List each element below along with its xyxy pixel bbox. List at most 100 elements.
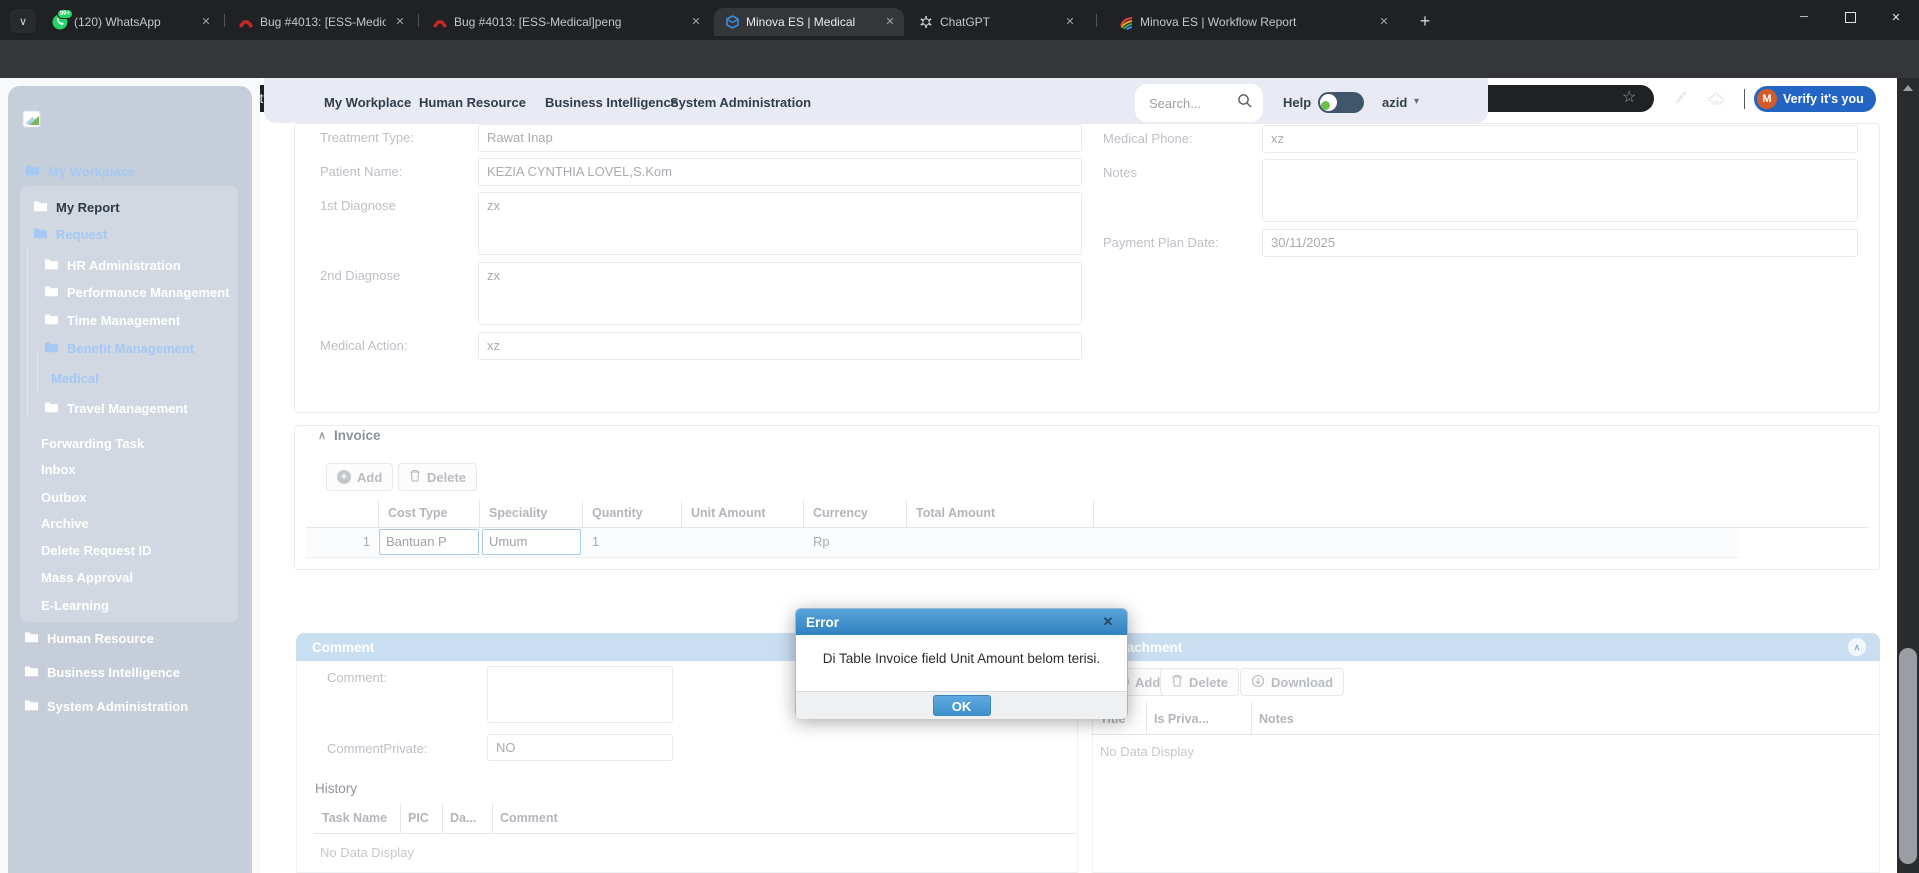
notes-textarea[interactable] (1262, 159, 1858, 222)
tab-close-icon[interactable]: ✕ (198, 14, 214, 30)
sidebar-item-outbox[interactable]: Outbox (41, 487, 87, 507)
sidebar-item-performance-management[interactable]: Performance Management (44, 282, 230, 302)
treatment-type-label: Treatment Type: (320, 130, 414, 145)
tab-bug-4013-a[interactable]: Bug #4013: [ESS-Medical]penge ✕ (228, 8, 414, 36)
col-date[interactable]: Da... (450, 811, 476, 825)
attachment-download-button[interactable]: Download (1240, 668, 1344, 696)
column-separator (803, 500, 804, 527)
speciality-cell[interactable]: Umum (482, 529, 581, 555)
bookmark-star-icon[interactable]: ☆ (1622, 87, 1636, 107)
col-comment[interactable]: Comment (500, 811, 558, 825)
second-diagnose-textarea[interactable]: zx (478, 262, 1082, 325)
verify-profile-button[interactable]: M Verify it's you (1754, 86, 1876, 112)
col-speciality[interactable]: Speciality (489, 506, 547, 520)
sidebar-item-system-administration[interactable]: System Administration (24, 696, 188, 716)
sidebar-item-benefit-management[interactable]: Benefit Management (44, 338, 194, 358)
sidebar-item-medical[interactable]: Medical (51, 368, 99, 388)
tab-close-icon[interactable]: ✕ (1376, 14, 1392, 30)
scrollbar-thumb[interactable] (1899, 648, 1917, 864)
sidebar-item-request[interactable]: Request (33, 224, 107, 244)
sidebar-item-forwarding-task[interactable]: Forwarding Task (41, 433, 144, 453)
first-diagnose-textarea[interactable]: zx (478, 192, 1082, 255)
col-is-private[interactable]: Is Priva... (1154, 712, 1209, 726)
medical-phone-input[interactable]: xz (1262, 125, 1858, 153)
attachment-section-header[interactable]: Attachment (1092, 633, 1880, 661)
treatment-type-input[interactable]: Rawat Inap (478, 124, 1082, 152)
sidebar-item-inbox[interactable]: Inbox (41, 459, 76, 479)
nav-my-workplace[interactable]: My Workplace (324, 95, 411, 110)
sidebar-item-label: Forwarding Task (41, 436, 144, 451)
eyedropper-icon[interactable] (1672, 90, 1688, 111)
col-total-amount[interactable]: Total Amount (916, 506, 995, 520)
medical-action-input[interactable]: xz (478, 332, 1082, 360)
search-input[interactable]: Search... (1135, 84, 1263, 122)
tab-minova-medical-active[interactable]: Minova ES | Medical ✕ (714, 8, 904, 36)
nav-business-intelligence[interactable]: Business Intelligence (545, 95, 678, 110)
attachment-collapse-button[interactable]: ∧ (1848, 638, 1866, 656)
col-quantity[interactable]: Quantity (592, 506, 643, 520)
tab-close-icon[interactable]: ✕ (1062, 14, 1078, 30)
sidebar-item-mass-approval[interactable]: Mass Approval (41, 567, 133, 587)
sidebar-item-human-resource[interactable]: Human Resource (24, 628, 154, 648)
theme-toggle[interactable] (1318, 92, 1364, 113)
toolbar-divider (1744, 89, 1745, 109)
search-icon (1237, 93, 1253, 114)
tab-close-icon[interactable]: ✕ (392, 14, 408, 30)
tab-bug-4013-b[interactable]: Bug #4013: [ESS-Medical]peng ✕ (422, 8, 710, 36)
sidebar-item-time-management[interactable]: Time Management (44, 310, 180, 330)
col-pic[interactable]: PIC (408, 811, 429, 825)
page-scrollbar[interactable] (1897, 78, 1919, 873)
help-link[interactable]: Help (1283, 95, 1311, 110)
sidebar-item-travel-management[interactable]: Travel Management (44, 398, 188, 418)
sidebar-item-archive[interactable]: Archive (41, 513, 89, 533)
sidebar-item-my-workplace[interactable]: My Workplace (25, 161, 135, 181)
comment-private-input[interactable]: NO (487, 734, 673, 761)
window-minimize-button[interactable]: ─ (1781, 0, 1827, 34)
cost-type-cell[interactable]: Bantuan P (379, 529, 479, 555)
error-dialog-titlebar[interactable]: Error ✕ (796, 609, 1127, 635)
sidebar-item-label: Benefit Management (67, 341, 194, 356)
attachment-delete-button[interactable]: Delete (1160, 668, 1239, 696)
sidebar-item-my-report[interactable]: My Report (33, 197, 120, 217)
sidebar-item-delete-request-id[interactable]: Delete Request ID (41, 540, 152, 560)
collapse-icon[interactable]: ∧ (318, 429, 326, 442)
patient-name-label: Patient Name: (320, 164, 402, 179)
extensions-puzzle-icon[interactable] (1708, 90, 1725, 112)
currency-cell[interactable]: Rp (813, 534, 830, 549)
tab-minova-workflow[interactable]: Minova ES | Workflow Report ✕ (1108, 8, 1398, 36)
col-notes[interactable]: Notes (1259, 712, 1294, 726)
tab-chatgpt[interactable]: ChatGPT ✕ (908, 8, 1084, 36)
payment-plan-date-input[interactable]: 30/11/2025 (1262, 229, 1858, 257)
collapse-icon: ∧ (1854, 642, 1861, 653)
tab-close-icon[interactable]: ✕ (688, 14, 704, 30)
payment-plan-date-label: Payment Plan Date: (1103, 235, 1219, 250)
new-tab-button[interactable]: + (1412, 8, 1438, 34)
nav-human-resource[interactable]: Human Resource (419, 95, 526, 110)
invoice-delete-button[interactable]: Delete (398, 463, 477, 491)
col-task-name[interactable]: Task Name (322, 811, 387, 825)
col-unit-amount[interactable]: Unit Amount (691, 506, 766, 520)
window-close-button[interactable]: ✕ (1873, 0, 1919, 34)
chatgpt-icon (918, 14, 934, 30)
invoice-add-button[interactable]: + Add (326, 463, 393, 491)
quantity-cell[interactable]: 1 (592, 534, 599, 549)
chevron-down-icon[interactable]: ▾ (1414, 96, 1419, 107)
user-menu[interactable]: azid (1382, 95, 1407, 110)
col-currency[interactable]: Currency (813, 506, 868, 520)
tab-whatsapp[interactable]: 99+ (120) WhatsApp ✕ (42, 8, 220, 36)
tab-separator (224, 14, 225, 27)
ok-button[interactable]: OK (933, 695, 991, 716)
sidebar-item-business-intelligence[interactable]: Business Intelligence (24, 662, 180, 682)
sidebar-item-hr-administration[interactable]: HR Administration (44, 255, 181, 275)
comment-textarea[interactable] (487, 666, 673, 723)
tab-search-button[interactable]: ∨ (10, 9, 36, 33)
patient-name-input[interactable]: KEZIA CYNTHIA LOVEL,S.Kom (478, 158, 1082, 186)
scrollbar-up-arrow-icon[interactable] (1903, 85, 1913, 91)
window-maximize-button[interactable] (1827, 0, 1873, 34)
tab-separator (1096, 14, 1097, 27)
dialog-close-icon[interactable]: ✕ (1099, 614, 1117, 630)
nav-system-administration[interactable]: System Administration (670, 95, 811, 110)
tab-close-icon[interactable]: ✕ (882, 14, 898, 30)
col-cost-type[interactable]: Cost Type (388, 506, 448, 520)
sidebar-item-e-learning[interactable]: E-Learning (41, 595, 109, 615)
